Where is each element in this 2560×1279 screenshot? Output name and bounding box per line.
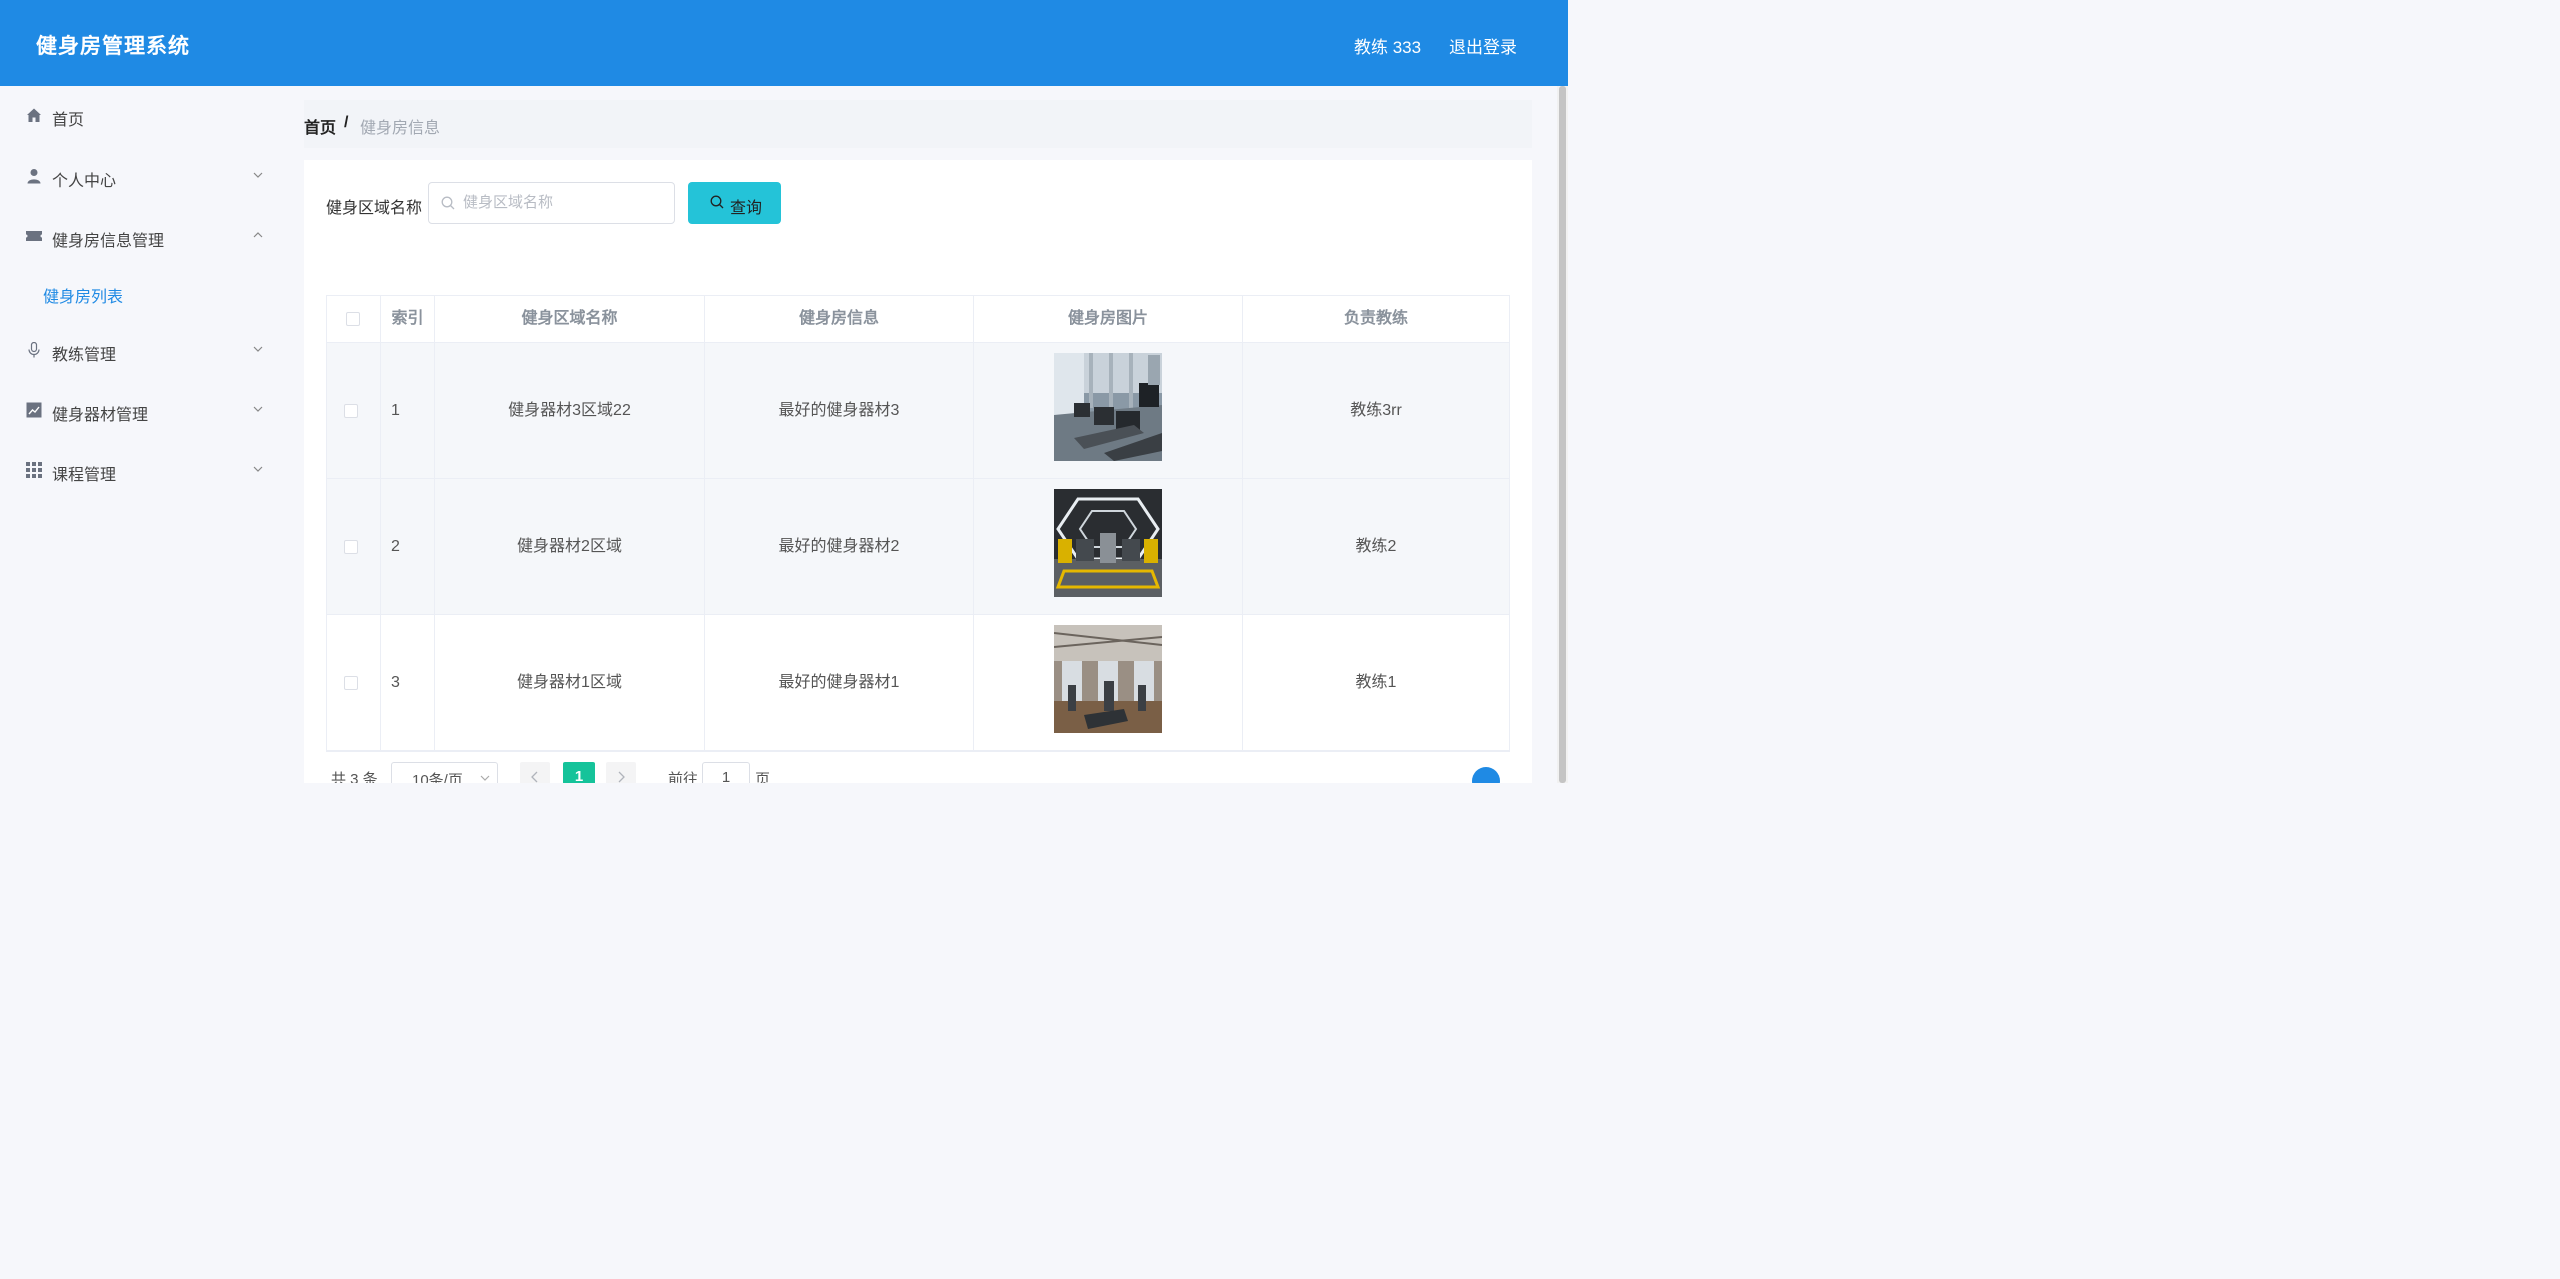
gym-photo-industrial-hall[interactable] — [1054, 625, 1162, 733]
sidebar-item-equipment-management[interactable]: 健身器材管理 — [0, 391, 285, 431]
breadcrumb: 首页 / 健身房信息 — [304, 100, 1532, 148]
pagination: 共 3 条 10条/页 1 前往 1 页 — [326, 762, 826, 783]
app-title: 健身房管理系统 — [36, 35, 190, 58]
breadcrumb-home[interactable]: 首页 — [304, 114, 336, 138]
row-select-cell — [327, 343, 381, 478]
page-scrollbar[interactable] — [1557, 86, 1568, 783]
row-coach: 教练2 — [1355, 538, 1397, 555]
column-header-gym-image: 健身房图片 — [974, 296, 1243, 342]
sidebar-item-coach-management[interactable]: 教练管理 — [0, 331, 285, 371]
goto-page-input[interactable]: 1 — [702, 762, 750, 783]
chevron-down-icon — [253, 172, 263, 178]
column-header-coach: 负责教练 — [1343, 310, 1408, 327]
page-size-value: 10条/页 — [412, 772, 463, 783]
table-row: 3 健身器材1区域 最好的健身器材1 教练1 — [327, 615, 1509, 751]
sidebar-item-personal-center[interactable]: 个人中心 — [0, 157, 285, 197]
grid-icon — [26, 462, 42, 478]
row-checkbox[interactable] — [344, 404, 358, 418]
row-index: 1 — [381, 343, 435, 478]
logout-link[interactable]: 退出登录 — [1449, 33, 1517, 58]
prev-page-button[interactable] — [520, 762, 550, 783]
sidebar-item-label: 首页 — [52, 112, 85, 129]
row-gym-info: 最好的健身器材2 — [705, 479, 974, 614]
search-label: 健身区域名称 — [326, 200, 423, 217]
column-header-area-name: 健身区域名称 — [435, 296, 705, 342]
row-gym-info: 最好的健身器材3 — [705, 343, 974, 478]
table-header: 索引 健身区域名称 健身房信息 健身房图片 负责教练 — [327, 296, 1509, 343]
chevron-right-icon — [618, 771, 625, 783]
current-user: 教练 333 — [1354, 38, 1422, 57]
top-header: 健身房管理系统 教练 333 退出登录 — [0, 0, 1568, 86]
next-page-button[interactable] — [606, 762, 636, 783]
pagination-total: 共 3 条 — [331, 771, 378, 783]
query-button[interactable]: 查询 — [688, 182, 781, 224]
sidebar-subitem-label: 健身房列表 — [43, 289, 124, 306]
home-icon — [27, 108, 41, 122]
chevron-up-icon — [253, 232, 263, 238]
page-suffix: 页 — [755, 771, 771, 783]
select-all-cell — [327, 296, 381, 342]
row-gym-info: 最好的健身器材1 — [705, 615, 974, 750]
row-index: 3 — [381, 615, 435, 750]
chevron-down-icon — [480, 775, 490, 781]
search-input[interactable] — [461, 193, 665, 212]
sidebar-item-label: 健身房信息管理 — [52, 233, 165, 250]
row-coach: 教练3rr — [1350, 402, 1402, 419]
chevron-down-icon — [253, 406, 263, 412]
goto-label: 前往 — [668, 771, 699, 783]
gym-photo-treadmills[interactable] — [1054, 353, 1162, 461]
row-area-name: 健身器材2区域 — [435, 479, 705, 614]
sidebar-item-gym-info-management[interactable]: 健身房信息管理 — [0, 217, 285, 257]
table-row: 1 健身器材3区域22 最好的健身器材3 教练3rr — [327, 343, 1509, 479]
row-select-cell — [327, 479, 381, 614]
page-size-select[interactable]: 10条/页 — [391, 762, 498, 783]
back-to-top-button[interactable] — [1471, 766, 1501, 783]
breadcrumb-separator: / — [344, 114, 349, 131]
sidebar-subitem-gym-list[interactable]: 健身房列表 — [0, 275, 285, 311]
row-checkbox[interactable] — [344, 676, 358, 690]
row-image-cell — [974, 615, 1243, 750]
goto-page-value: 1 — [721, 769, 731, 783]
sidebar-item-home[interactable]: 首页 — [0, 96, 285, 136]
scrollbar-thumb[interactable] — [1559, 86, 1566, 783]
sidebar: 首页 个人中心 健身房信息管理 健身房列表 教练管理 健身器材管理 课程管理 — [0, 86, 285, 783]
row-checkbox[interactable] — [344, 540, 358, 554]
chevron-left-icon — [531, 771, 538, 783]
chevron-down-icon — [253, 466, 263, 472]
column-header-gym-info: 健身房信息 — [705, 296, 974, 342]
sidebar-item-label: 健身器材管理 — [52, 407, 149, 424]
chevron-down-icon — [253, 346, 263, 352]
microphone-icon — [28, 342, 40, 358]
row-select-cell — [327, 615, 381, 750]
sidebar-item-label: 个人中心 — [52, 173, 117, 190]
select-all-checkbox[interactable] — [346, 312, 360, 326]
chart-icon — [26, 402, 42, 418]
row-area-name: 健身器材1区域 — [435, 615, 705, 750]
breadcrumb-current: 健身房信息 — [360, 120, 441, 137]
page-number-1[interactable]: 1 — [563, 762, 595, 783]
user-icon — [27, 169, 41, 184]
sidebar-item-label: 课程管理 — [52, 467, 117, 484]
row-image-cell — [974, 479, 1243, 614]
row-area-name: 健身器材3区域22 — [435, 343, 705, 478]
ticket-icon — [26, 231, 42, 241]
row-coach: 教练1 — [1355, 674, 1397, 691]
search-input-wrapper[interactable] — [428, 182, 675, 224]
row-image-cell — [974, 343, 1243, 478]
gym-photo-hexagon-room[interactable] — [1054, 489, 1162, 597]
table-row: 2 健身器材2区域 最好的健身器材2 教练2 — [327, 479, 1509, 615]
search-icon — [710, 195, 724, 209]
query-button-label: 查询 — [730, 200, 763, 217]
row-index: 2 — [381, 479, 435, 614]
sidebar-item-course-management[interactable]: 课程管理 — [0, 451, 285, 491]
sidebar-item-label: 教练管理 — [52, 347, 117, 364]
gym-table: 索引 健身区域名称 健身房信息 健身房图片 负责教练 1 健身器材3区域22 最… — [326, 295, 1510, 752]
search-icon — [441, 196, 455, 210]
column-header-index: 索引 — [381, 296, 435, 342]
